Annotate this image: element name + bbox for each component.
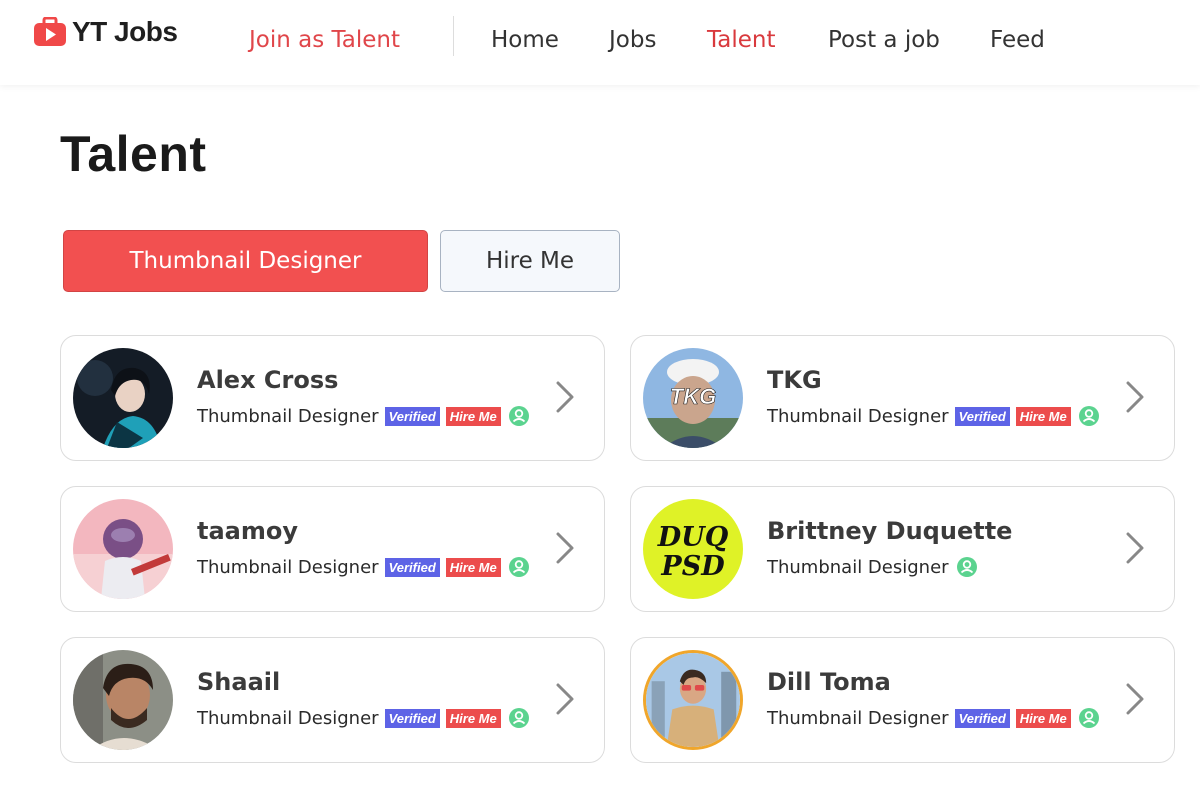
filter-hire-me[interactable]: Hire Me [440,230,620,292]
user-circle-icon [508,708,529,728]
user-circle-icon [956,557,977,577]
verified-badge: Verified [384,557,440,577]
nav-divider [453,16,454,56]
verified-badge: Verified [954,406,1010,426]
talent-name: Shaail [197,668,281,696]
talent-meta: Thumbnail Designer Verified Hire Me [197,707,530,729]
talent-name: Alex Cross [197,366,339,394]
brand-logo[interactable]: YT Jobs [34,16,178,48]
filter-thumbnail-designer[interactable]: Thumbnail Designer [63,230,428,292]
verified-badge: Verified [384,708,440,728]
talent-name: Brittney Duquette [767,517,1013,545]
chevron-right-icon[interactable] [554,379,576,415]
talent-role: Thumbnail Designer [197,556,379,578]
hire-me-badge: Hire Me [445,708,501,728]
nav-feed[interactable]: Feed [990,27,1045,53]
hire-me-badge: Hire Me [445,406,501,426]
talent-name: taamoy [197,517,299,545]
chevron-right-icon[interactable] [554,530,576,566]
talent-meta: Thumbnail Designer Verified Hire Me [767,707,1100,729]
nav-post-a-job[interactable]: Post a job [828,27,940,53]
hire-me-badge: Hire Me [445,557,501,577]
talent-meta: Thumbnail Designer Verified Hire Me [197,405,530,427]
avatar [73,499,173,599]
hire-me-badge: Hire Me [1015,406,1071,426]
nav-home[interactable]: Home [491,27,559,53]
talent-name: Dill Toma [767,668,891,696]
briefcase-play-icon [34,17,66,46]
brand-name: YT Jobs [72,16,178,47]
chevron-right-icon[interactable] [1124,530,1146,566]
talent-card[interactable]: Alex Cross Thumbnail Designer Verified H… [60,335,605,461]
avatar [73,650,173,750]
avatar: DUQ PSD [643,499,743,599]
talent-card[interactable]: Shaail Thumbnail Designer Verified Hire … [60,637,605,763]
user-circle-icon [508,406,529,426]
page-title: Talent [60,126,207,182]
talent-card[interactable]: TKG TKG Thumbnail Designer Verified Hire… [630,335,1175,461]
chevron-right-icon[interactable] [1124,379,1146,415]
talent-role: Thumbnail Designer [197,405,379,427]
talent-meta: Thumbnail Designer Verified Hire Me [767,405,1100,427]
nav-talent[interactable]: Talent [707,27,775,53]
svg-text:TKG: TKG [670,384,716,409]
verified-badge: Verified [384,406,440,426]
nav-jobs[interactable]: Jobs [609,27,656,53]
talent-role: Thumbnail Designer [197,707,379,729]
user-circle-icon [1078,406,1099,426]
talent-name: TKG [767,366,822,394]
user-circle-icon [508,557,529,577]
top-nav-bar: YT Jobs Join as Talent Home Jobs Talent … [0,0,1200,85]
talent-meta: Thumbnail Designer Verified Hire Me [197,556,530,578]
svg-text:DUQ: DUQ [657,522,729,553]
avatar [73,348,173,448]
avatar [643,650,743,750]
talent-role: Thumbnail Designer [767,405,949,427]
talent-card[interactable]: taamoy Thumbnail Designer Verified Hire … [60,486,605,612]
talent-card[interactable]: Dill Toma Thumbnail Designer Verified Hi… [630,637,1175,763]
talent-card[interactable]: DUQ PSD Brittney Duquette Thumbnail Desi… [630,486,1175,612]
verified-badge: Verified [954,708,1010,728]
hire-me-badge: Hire Me [1015,708,1071,728]
user-circle-icon [1078,708,1099,728]
chevron-right-icon[interactable] [554,681,576,717]
talent-role: Thumbnail Designer [767,707,949,729]
svg-text:PSD: PSD [660,551,725,582]
chevron-right-icon[interactable] [1124,681,1146,717]
join-as-talent-link[interactable]: Join as Talent [249,27,400,53]
talent-role: Thumbnail Designer [767,556,949,578]
avatar: TKG [643,348,743,448]
talent-meta: Thumbnail Designer [767,556,978,578]
